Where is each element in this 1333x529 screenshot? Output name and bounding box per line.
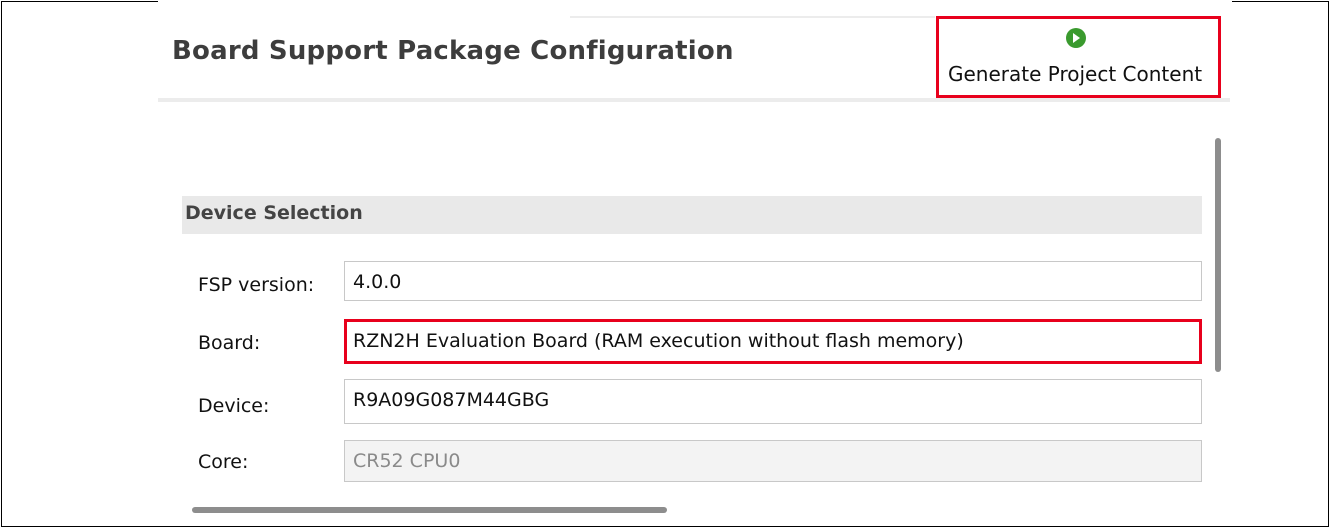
fsp-version-field[interactable]: 4.0.0 — [344, 261, 1202, 301]
board-select[interactable]: RZN2H Evaluation Board (RAM execution wi… — [344, 319, 1202, 364]
fsp-version-label: FSP version: — [198, 274, 315, 296]
vertical-scrollbar[interactable] — [1215, 138, 1221, 372]
page-title: Board Support Package Configuration — [172, 36, 734, 66]
device-field[interactable]: R9A09G087M44GBG — [344, 379, 1202, 424]
header-divider — [158, 98, 1230, 102]
toolbar-divider — [570, 16, 935, 18]
core-label: Core: — [198, 451, 249, 473]
generate-project-content-label[interactable]: Generate Project Content — [948, 62, 1202, 86]
device-label: Device: — [198, 395, 270, 417]
horizontal-scrollbar[interactable] — [192, 507, 667, 513]
device-selection-heading: Device Selection — [185, 202, 363, 224]
run-icon[interactable] — [1066, 28, 1086, 48]
board-label: Board: — [198, 332, 261, 354]
core-field: CR52 CPU0 — [344, 440, 1202, 482]
